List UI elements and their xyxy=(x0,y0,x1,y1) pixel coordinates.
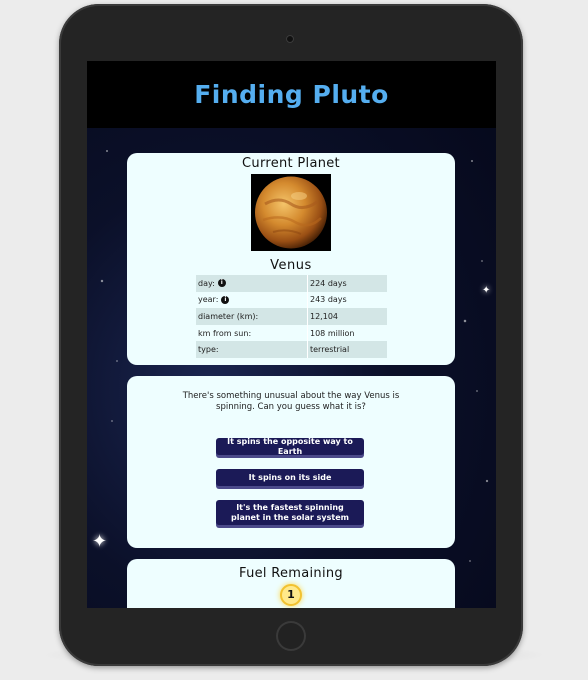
card-heading: Current Planet xyxy=(242,156,340,171)
site-title: Finding Pluto xyxy=(194,80,389,109)
fuel-counter-badge: 1 xyxy=(280,584,302,606)
planet-image xyxy=(251,174,331,251)
answer-button-spins-on-side[interactable]: It spins on its side xyxy=(216,469,364,486)
table-row: diameter (km): 12,104 xyxy=(196,308,387,325)
fact-value: 108 million xyxy=(307,324,387,342)
question-card: There's something unusual about the way … xyxy=(127,376,455,548)
fact-label: km from sun: xyxy=(198,328,252,338)
planet-name: Venus xyxy=(270,258,312,273)
current-planet-card: Current Planet Venus day: i 224 days yea… xyxy=(127,153,455,365)
fact-label: diameter (km): xyxy=(196,308,308,325)
question-text: There's something unusual about the way … xyxy=(182,391,400,412)
fact-label: day: i xyxy=(196,275,308,292)
site-header: Finding Pluto xyxy=(87,61,496,128)
table-row: day: i 224 days xyxy=(196,275,387,292)
star-icon: ✦ xyxy=(92,531,108,552)
tablet-screen: ✦ ✦ Finding Pluto Current Planet Venus d… xyxy=(87,61,496,608)
card-heading: Fuel Remaining xyxy=(239,566,343,581)
fact-value: 243 days xyxy=(307,291,387,309)
fact-value: terrestrial xyxy=(307,341,387,358)
fact-value: 224 days xyxy=(307,275,387,292)
table-row: year: i 243 days xyxy=(196,291,387,309)
fact-value: 12,104 xyxy=(307,308,387,325)
planet-facts-table: day: i 224 days year: i 243 days diameter … xyxy=(196,275,387,358)
camera-icon xyxy=(286,35,294,43)
fact-label: type: xyxy=(196,341,308,358)
home-button[interactable] xyxy=(276,621,306,651)
info-icon[interactable]: i xyxy=(217,279,226,288)
table-row: km from sun: 108 million xyxy=(196,324,387,342)
star-icon: ✦ xyxy=(482,285,491,296)
fuel-card: Fuel Remaining 1 xyxy=(127,559,455,608)
answer-button-fastest-spinning[interactable]: It's the fastest spinning planet in the … xyxy=(216,500,364,525)
answer-button-opposite-spin[interactable]: It spins the opposite way to Earth xyxy=(216,437,364,456)
fact-label: year: i xyxy=(196,292,308,309)
table-row: type: terrestrial xyxy=(196,341,387,358)
info-icon[interactable]: i xyxy=(221,295,230,304)
